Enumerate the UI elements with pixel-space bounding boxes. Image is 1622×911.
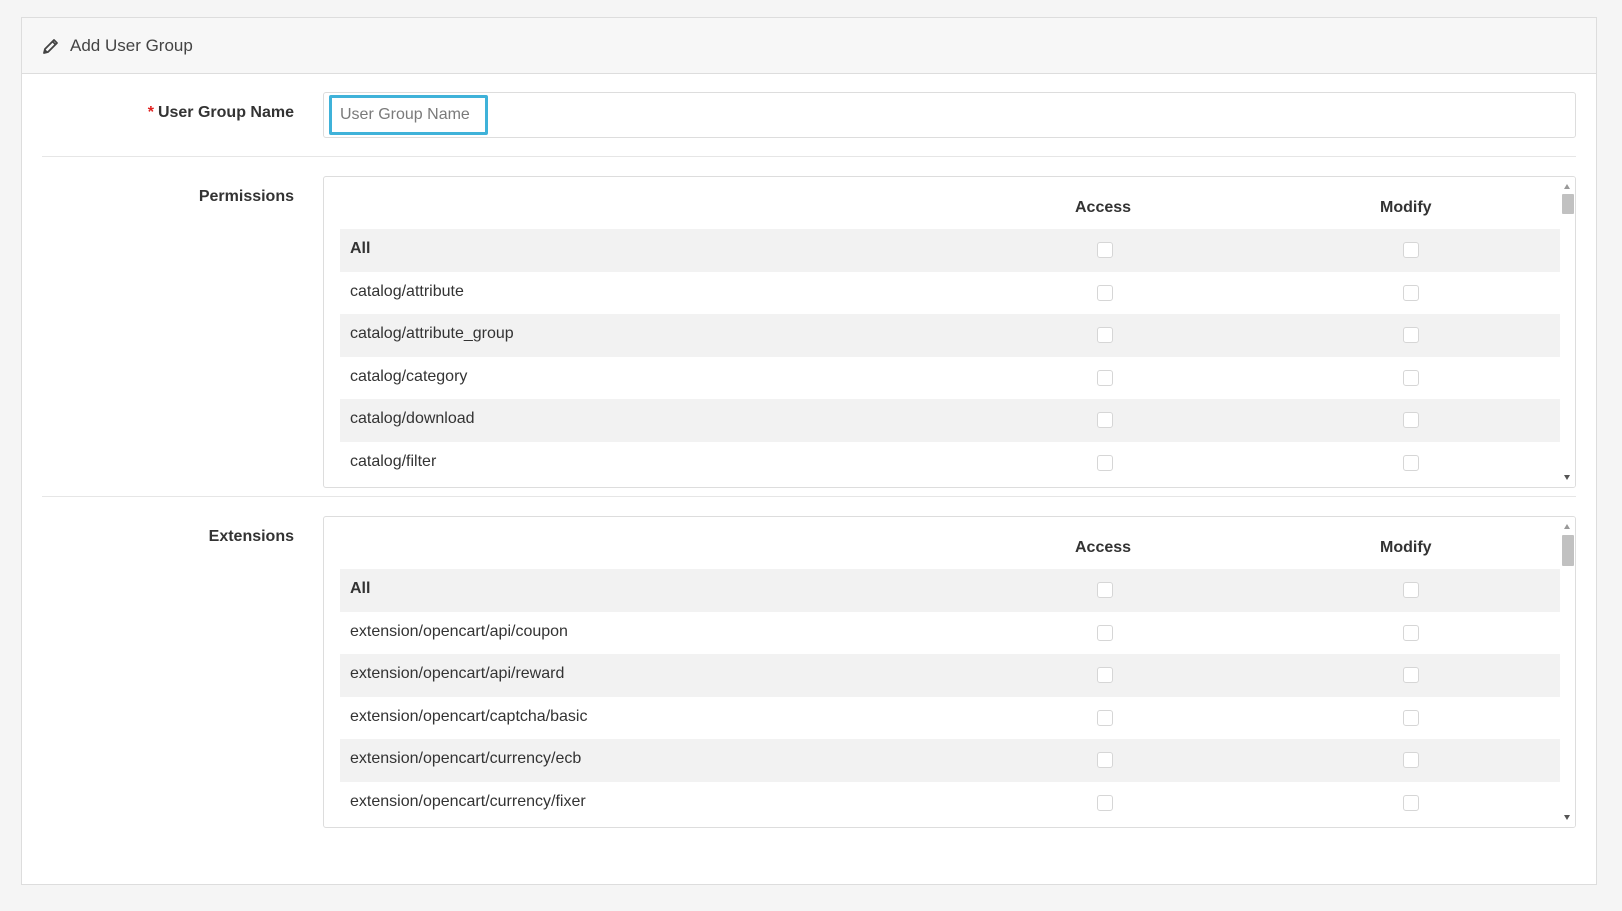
- modify-all-checkbox[interactable]: [1403, 242, 1419, 258]
- card-header: Add User Group: [22, 18, 1596, 74]
- access-all-checkbox[interactable]: [1097, 242, 1113, 258]
- access-checkbox[interactable]: [1097, 327, 1113, 344]
- divider: [42, 156, 1576, 157]
- permissions-table-header: Access Modify: [340, 177, 1565, 229]
- modify-column-header: Modify: [1380, 539, 1432, 556]
- permission-row: catalog/download: [340, 399, 1565, 442]
- extensions-list[interactable]: Access Modify All extension/opencart/api…: [323, 516, 1576, 828]
- permission-row: catalog/attribute: [340, 272, 1565, 315]
- permission-row-all: All: [340, 229, 1565, 272]
- permissions-table: Access Modify All catalog/attribute cata…: [340, 177, 1565, 485]
- modify-all-checkbox[interactable]: [1403, 582, 1419, 598]
- permission-row: catalog/filter: [340, 442, 1565, 485]
- permission-row: catalog/attribute_group: [340, 314, 1565, 357]
- access-checkbox[interactable]: [1097, 412, 1113, 429]
- scrollbar-thumb[interactable]: [1562, 194, 1574, 214]
- page-title: Add User Group: [70, 35, 193, 55]
- extension-row: extension/opencart/currency/ecb: [340, 739, 1565, 782]
- extension-row: extension/opencart/currency/fixer: [340, 782, 1565, 825]
- access-checkbox[interactable]: [1097, 369, 1113, 386]
- user-group-name-field: [323, 92, 1576, 138]
- extensions-scrollbar[interactable]: [1560, 517, 1575, 827]
- extensions-label: Extensions: [208, 528, 294, 545]
- access-all-checkbox[interactable]: [1097, 582, 1113, 598]
- scrollbar-thumb[interactable]: [1562, 535, 1574, 566]
- add-user-group-card: Add User Group *User Group Name Permissi…: [21, 17, 1597, 885]
- access-checkbox[interactable]: [1097, 752, 1113, 769]
- modify-checkbox[interactable]: [1403, 624, 1419, 641]
- permissions-label: Permissions: [198, 188, 294, 205]
- modify-checkbox[interactable]: [1403, 369, 1419, 386]
- modify-checkbox[interactable]: [1403, 667, 1419, 684]
- divider: [42, 496, 1576, 497]
- modify-checkbox[interactable]: [1403, 794, 1419, 811]
- modify-column-header: Modify: [1380, 199, 1432, 216]
- extensions-row: Extensions Access Modify All extension/o…: [42, 516, 1576, 828]
- modify-checkbox[interactable]: [1403, 454, 1419, 471]
- permissions-scrollbar[interactable]: [1560, 177, 1575, 487]
- scroll-up-arrow-icon[interactable]: [1564, 524, 1570, 529]
- modify-checkbox[interactable]: [1403, 284, 1419, 301]
- access-checkbox[interactable]: [1097, 624, 1113, 641]
- extensions-table: Access Modify All extension/opencart/api…: [340, 517, 1565, 825]
- extension-row: extension/opencart/api/coupon: [340, 612, 1565, 655]
- access-checkbox[interactable]: [1097, 794, 1113, 811]
- permissions-row: Permissions Access Modify All catalog/at…: [42, 176, 1576, 488]
- modify-checkbox[interactable]: [1403, 709, 1419, 726]
- modify-checkbox[interactable]: [1403, 412, 1419, 429]
- extension-row-all: All: [340, 569, 1565, 612]
- extension-row: extension/opencart/captcha/basic: [340, 697, 1565, 740]
- scroll-down-arrow-icon[interactable]: [1564, 475, 1570, 480]
- access-checkbox[interactable]: [1097, 667, 1113, 684]
- permission-row: catalog/category: [340, 357, 1565, 400]
- access-checkbox[interactable]: [1097, 284, 1113, 301]
- access-checkbox[interactable]: [1097, 454, 1113, 471]
- modify-checkbox[interactable]: [1403, 327, 1419, 344]
- access-checkbox[interactable]: [1097, 709, 1113, 726]
- user-group-name-row: * User Group Name: [42, 92, 1576, 140]
- user-group-name-label: * User Group Name: [147, 104, 294, 121]
- permissions-list[interactable]: Access Modify All catalog/attribute cata…: [323, 176, 1576, 488]
- extension-row: extension/opencart/api/reward: [340, 654, 1565, 697]
- scroll-up-arrow-icon[interactable]: [1564, 184, 1570, 189]
- scroll-down-arrow-icon[interactable]: [1564, 815, 1570, 820]
- extensions-table-header: Access Modify: [340, 517, 1565, 569]
- user-group-name-input[interactable]: [329, 95, 488, 135]
- required-marker: *: [147, 104, 154, 121]
- access-column-header: Access: [1075, 199, 1132, 216]
- access-column-header: Access: [1075, 539, 1132, 556]
- modify-checkbox[interactable]: [1403, 752, 1419, 769]
- pencil-icon: [42, 37, 60, 55]
